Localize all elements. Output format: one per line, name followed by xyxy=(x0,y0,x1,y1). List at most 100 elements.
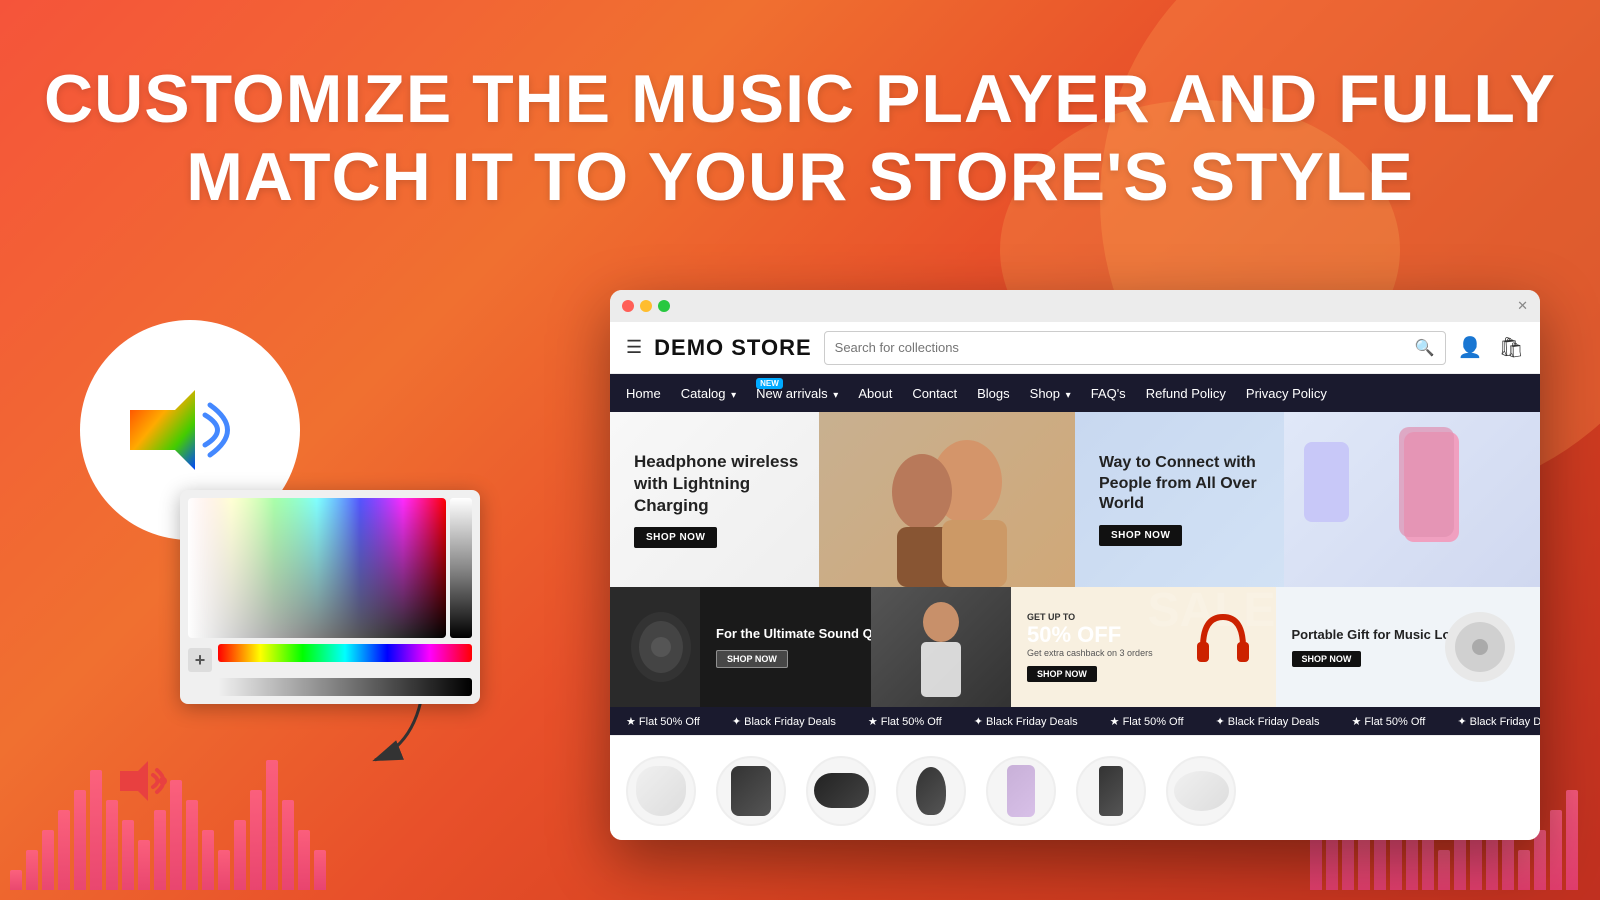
browser-titlebar: ✕ xyxy=(610,290,1540,322)
ticker-item: ✦ Black Friday Deals xyxy=(1441,715,1540,728)
eq-bar xyxy=(250,790,262,890)
headphones-svg xyxy=(1193,607,1253,687)
nav-catalog-label: Catalog xyxy=(681,386,726,401)
products-row xyxy=(610,735,1540,840)
titlebar-close-icon[interactable]: ✕ xyxy=(1517,298,1528,314)
speaker-icon xyxy=(130,385,250,475)
ticker-item: ★ Flat 50% Off xyxy=(610,715,716,728)
speaker-svg xyxy=(130,385,260,475)
eq-bar xyxy=(1534,830,1546,890)
window-minimize-button[interactable] xyxy=(640,300,652,312)
people-svg xyxy=(847,412,1047,587)
nav-refund[interactable]: Refund Policy xyxy=(1146,386,1226,401)
eq-bar xyxy=(202,830,214,890)
search-input[interactable] xyxy=(835,340,1409,355)
header-icons: 👤 🛍 xyxy=(1458,335,1524,360)
product-airpods-image xyxy=(626,756,696,826)
banner2-image xyxy=(1170,587,1276,707)
ticker-item: ★ Flat 50% Off xyxy=(852,715,958,728)
product-speaker[interactable] xyxy=(1076,756,1146,826)
ticker-bar: ★ Flat 50% Off ✦ Black Friday Deals ★ Flat… xyxy=(610,707,1540,735)
brightness-slider[interactable] xyxy=(450,498,472,638)
opacity-slider[interactable] xyxy=(218,678,472,696)
nav-shop[interactable]: Shop ▾ xyxy=(1030,386,1071,401)
speaker-shape xyxy=(1099,766,1123,816)
color-gradient-area[interactable] xyxy=(188,498,446,638)
product-mouse-image xyxy=(896,756,966,826)
headline-text: CUSTOMIZE THE MUSIC PLAYER AND FULLY MAT… xyxy=(0,60,1600,216)
nav-catalog[interactable]: Catalog ▾ xyxy=(681,386,736,401)
nav-catalog-arrow: ▾ xyxy=(731,390,736,401)
hero-left-title: Headphone wireless with Lightning Chargi… xyxy=(634,451,814,517)
woman-svg xyxy=(911,597,971,697)
store-header: ☰ DEMO STORE 🔍 👤 🛍 xyxy=(610,322,1540,374)
product-mouse[interactable] xyxy=(896,756,966,826)
hero-right-title: Way to Connect with People from All Over… xyxy=(1099,453,1299,515)
eq-bar xyxy=(138,840,150,890)
ticker-content: ★ Flat 50% Off ✦ Black Friday Deals ★ Flat… xyxy=(610,715,1540,728)
eq-bar xyxy=(1566,790,1578,890)
hero-right-cta[interactable]: SHOP NOW xyxy=(1099,525,1182,546)
new-badge: NEW xyxy=(756,378,783,389)
account-icon[interactable]: 👤 xyxy=(1458,335,1483,360)
phone-shape xyxy=(1007,765,1035,817)
banner-gift: Portable Gift for Music Lovers. SHOP NOW xyxy=(1276,587,1541,707)
nav-home[interactable]: Home xyxy=(626,386,661,401)
opacity-row xyxy=(188,678,472,696)
nav-contact[interactable]: Contact xyxy=(912,386,957,401)
eq-bar xyxy=(282,800,294,890)
search-bar[interactable]: 🔍 xyxy=(824,331,1446,365)
nav-new-arrivals[interactable]: New arrivals ▾ NEW xyxy=(756,386,838,401)
nav-shop-label: Shop xyxy=(1030,386,1060,401)
eq-bar xyxy=(266,760,278,890)
nav-faqs[interactable]: FAQ's xyxy=(1091,386,1126,401)
banner1-image xyxy=(871,587,1011,707)
banner1-cta[interactable]: SHOP NOW xyxy=(716,650,788,668)
eq-bar xyxy=(1550,810,1562,890)
mouse-shape xyxy=(916,767,946,815)
robot-shape xyxy=(1174,771,1229,811)
product-robot[interactable] xyxy=(1166,756,1236,826)
eq-bar xyxy=(314,850,326,890)
search-icon: 🔍 xyxy=(1415,338,1435,358)
product-vr-image xyxy=(806,756,876,826)
banner-sound-quality: For the Ultimate Sound Quality. SHOP NOW xyxy=(700,587,1011,707)
eq-bar xyxy=(10,870,22,890)
headline-line2: MATCH IT TO YOUR STORE'S STYLE xyxy=(186,139,1413,215)
hue-slider[interactable] xyxy=(218,644,472,662)
cart-icon[interactable]: 🛍 xyxy=(1499,335,1524,360)
product-vr[interactable] xyxy=(806,756,876,826)
hero-phones-image xyxy=(1284,412,1540,587)
hero-left-cta[interactable]: SHOP NOW xyxy=(634,527,717,548)
airpods-shape xyxy=(636,766,686,816)
product-phone-image xyxy=(986,756,1056,826)
eq-bar xyxy=(234,820,246,890)
headline-line1: CUSTOMIZE THE MUSIC PLAYER AND FULLY xyxy=(44,61,1556,137)
color-picker-popup[interactable]: + xyxy=(180,490,480,704)
product-phone[interactable] xyxy=(986,756,1056,826)
headline-section: CUSTOMIZE THE MUSIC PLAYER AND FULLY MAT… xyxy=(0,60,1600,216)
nav-about[interactable]: About xyxy=(858,386,892,401)
window-close-button[interactable] xyxy=(622,300,634,312)
banners-row: For the Ultimate Sound Quality. SHOP NOW… xyxy=(610,587,1540,707)
eq-bar xyxy=(58,810,70,890)
browser-window: ✕ ☰ DEMO STORE 🔍 👤 🛍 Home Catalog ▾ New … xyxy=(610,290,1540,840)
product-watch[interactable] xyxy=(716,756,786,826)
banner2-cta[interactable]: SHOP NOW xyxy=(1027,666,1097,682)
ticker-item: ★ Flat 50% Off xyxy=(1094,715,1200,728)
window-maximize-button[interactable] xyxy=(658,300,670,312)
hamburger-menu-icon[interactable]: ☰ xyxy=(626,337,642,358)
nav-new-arrivals-arrow: ▾ xyxy=(833,390,838,401)
product-robot-image xyxy=(1166,756,1236,826)
watch-shape xyxy=(731,766,771,816)
nav-blogs[interactable]: Blogs xyxy=(977,386,1010,401)
banner3-cta[interactable]: SHOP NOW xyxy=(1292,651,1362,667)
eq-bar xyxy=(106,800,118,890)
sound-icon-bottom xyxy=(120,761,170,810)
product-airpods[interactable] xyxy=(626,756,696,826)
eq-bar xyxy=(170,780,182,890)
eq-bar xyxy=(1438,850,1450,890)
add-color-button[interactable]: + xyxy=(188,648,212,672)
eq-bar xyxy=(122,820,134,890)
nav-privacy[interactable]: Privacy Policy xyxy=(1246,386,1327,401)
